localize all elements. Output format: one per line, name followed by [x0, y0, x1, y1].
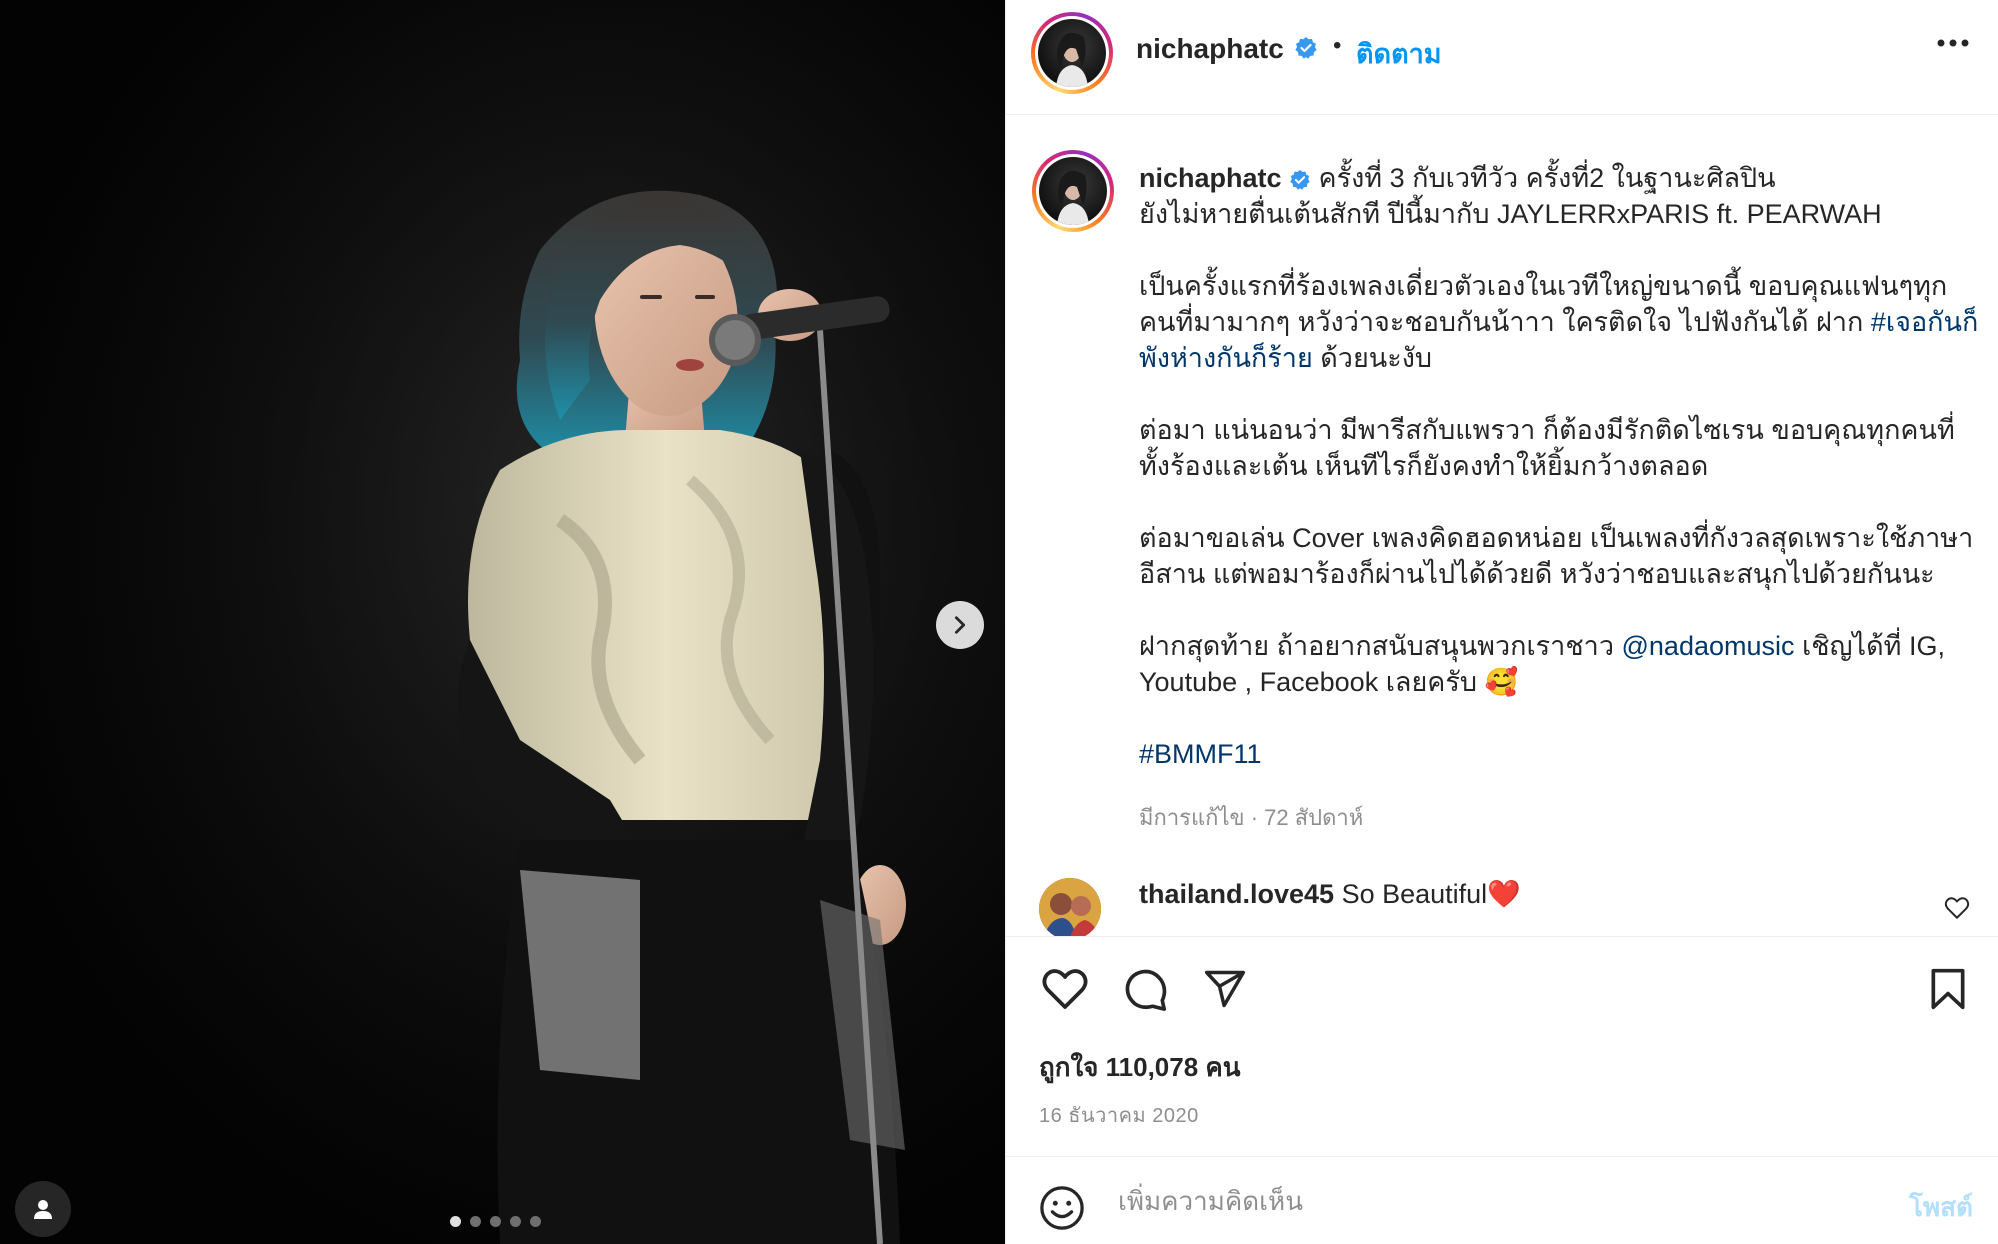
caption-line-2: ยังไม่หายตื่นเต้นสักที ปีนี้มากับ JAYLER… — [1139, 199, 1882, 229]
verified-badge-icon — [1295, 37, 1317, 59]
post-caption: nichaphatc ครั้งที่ 3 กับเวทีวัว ครั้งที… — [1139, 160, 1979, 808]
caption-paragraph-5: ฝากสุดท้าย ถ้าอยากสนับสนุนพวกเราชาว — [1139, 631, 1622, 661]
emoji-icon[interactable] — [1039, 1185, 1085, 1231]
chevron-right-icon — [954, 616, 966, 634]
follow-button[interactable]: ติดตาม — [1356, 32, 1442, 75]
caption-avatar[interactable] — [1032, 150, 1114, 232]
carousel-dot — [470, 1216, 481, 1227]
comments-area: nichaphatc ครั้งที่ 3 กับเวทีวัว ครั้งที… — [1006, 116, 1998, 936]
caption-paragraph-3: ต่อมา แน่นอนว่า มีพารีสกับแพรวา ก็ต้องมี… — [1139, 415, 1955, 481]
performer-photo — [0, 0, 1005, 1244]
post-details-panel: nichaphatc • ติดตาม nichaphatc ครั้งที่ … — [1005, 0, 1998, 1244]
carousel-indicators — [450, 1216, 541, 1227]
carousel-dot — [510, 1216, 521, 1227]
next-slide-button[interactable] — [936, 601, 984, 649]
likes-count[interactable]: ถูกใจ 110,078 คน — [1039, 1047, 1241, 1088]
verified-badge-icon — [1290, 169, 1310, 190]
caption-meta: มีการแก้ไข · 72 สัปดาห์ — [1139, 805, 1364, 830]
comment-input[interactable] — [1118, 1179, 1878, 1223]
comment-like-heart-icon[interactable] — [1944, 896, 1970, 920]
carousel-dot — [530, 1216, 541, 1227]
comment-body: So Beautiful❤️ — [1334, 879, 1521, 909]
caption-paragraph-2: เป็นครั้งแรกที่ร้องเพลงเดี่ยวตัวเองในเวท… — [1139, 271, 1948, 337]
caption-paragraph-2-tail: ด้วยนะงับ — [1312, 343, 1433, 373]
caption-paragraph-4: ต่อมาขอเล่น Cover เพลงคิดฮอดหน่อย เป็นเพ… — [1139, 523, 1974, 589]
more-options-icon[interactable] — [1936, 38, 1970, 48]
comment-text: thailand.love45 So Beautiful❤️ — [1139, 878, 1521, 910]
post-actions: ถูกใจ 110,078 คน 16 ธันวาคม 2020 — [1006, 936, 1998, 1156]
add-comment-bar: โพสต์ — [1006, 1156, 1998, 1244]
bookmark-icon[interactable] — [1928, 967, 1968, 1011]
commenter-username[interactable]: thailand.love45 — [1139, 879, 1334, 909]
carousel-dot — [490, 1216, 501, 1227]
header-username[interactable]: nichaphatc — [1136, 33, 1284, 65]
commenter-avatar[interactable] — [1039, 878, 1101, 936]
mention-link[interactable]: @nadaomusic — [1622, 631, 1795, 661]
user-tag-icon — [34, 1200, 52, 1219]
comment-icon[interactable] — [1122, 967, 1170, 1013]
hashtag-link[interactable]: #BMMF11 — [1139, 739, 1262, 769]
carousel-dot — [450, 1216, 461, 1227]
post-header: nichaphatc • ติดตาม — [1006, 0, 1998, 115]
post-media[interactable] — [0, 0, 1005, 1244]
avatar-image — [1039, 878, 1101, 936]
post-date[interactable]: 16 ธันวาคม 2020 — [1039, 1099, 1199, 1131]
avatar[interactable] — [1031, 12, 1113, 94]
caption-line-1: ครั้งที่ 3 กับเวทีวัว ครั้งที่2 ในฐานะศิ… — [1311, 163, 1776, 193]
user-tags-button[interactable] — [15, 1181, 71, 1237]
caption-username[interactable]: nichaphatc — [1139, 163, 1282, 193]
heart-icon[interactable] — [1041, 967, 1089, 1011]
header-separator: • — [1333, 32, 1342, 59]
post-comment-button[interactable]: โพสต์ — [1909, 1187, 1973, 1228]
share-icon[interactable] — [1202, 967, 1248, 1011]
avatar-image — [1057, 170, 1089, 225]
comment-item: thailand.love45 So Beautiful❤️ — [1039, 878, 1979, 936]
avatar-image — [1056, 32, 1088, 87]
